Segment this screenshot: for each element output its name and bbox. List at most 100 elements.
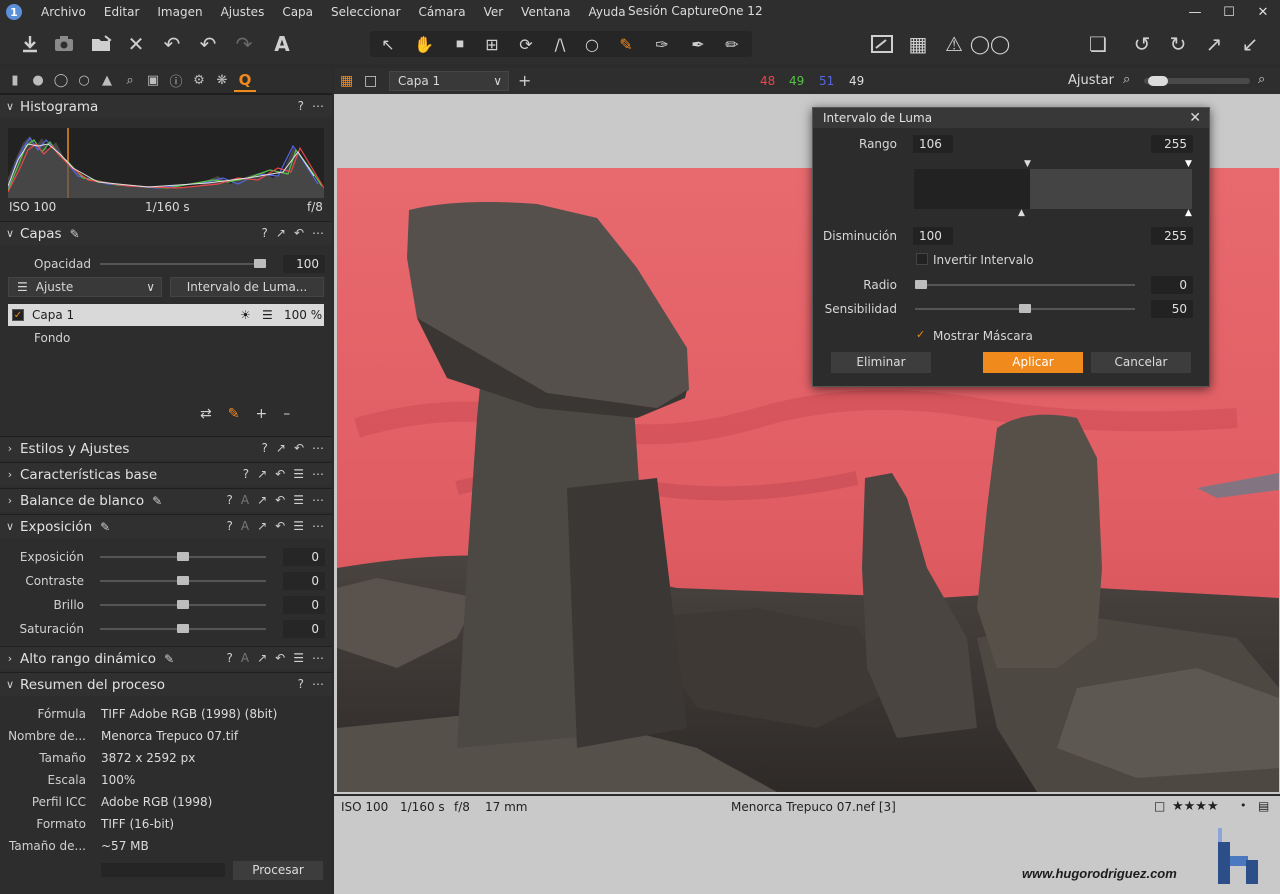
maximize-icon[interactable]: ☐: [1212, 0, 1246, 24]
falloff-high-input[interactable]: 255: [1151, 227, 1193, 245]
info-tab-icon[interactable]: ⓘ: [165, 70, 187, 92]
luma-range-button[interactable]: Intervalo de Luma...: [170, 277, 324, 297]
zoom-slider-handle[interactable]: [1148, 76, 1169, 86]
color-picker-icon[interactable]: ✑: [646, 32, 678, 56]
exposure-header[interactable]: ∨ Exposición ✎ ? A ↗ ↶ ☰ ⋯: [0, 514, 332, 538]
capture-tab-icon[interactable]: ●: [27, 70, 49, 92]
redo-icon[interactable]: ↷: [230, 30, 258, 58]
list-icon[interactable]: ☰: [293, 519, 304, 533]
process-button[interactable]: Procesar: [233, 861, 323, 880]
color-tag-icon[interactable]: □: [1154, 799, 1165, 813]
show-mask-checkbox[interactable]: ✓: [916, 329, 928, 341]
more-icon[interactable]: ⋯: [312, 651, 324, 665]
falloff-high-handle-icon[interactable]: ▲: [1185, 208, 1192, 218]
help-icon[interactable]: ?: [227, 493, 233, 507]
annotation-pen-icon[interactable]: ✏: [716, 32, 748, 56]
menu-camara[interactable]: Cámara: [410, 5, 475, 19]
help-icon[interactable]: ?: [262, 226, 268, 240]
radius-input[interactable]: 0: [1151, 276, 1193, 294]
range-low-handle-icon[interactable]: ▼: [1024, 159, 1031, 169]
crop-icon[interactable]: ⊞: [476, 32, 508, 56]
help-icon[interactable]: ?: [227, 519, 233, 533]
rotate-right-icon[interactable]: ↻: [1164, 30, 1192, 58]
falloff-low-handle-icon[interactable]: ▲: [1018, 208, 1025, 218]
output-tab-icon[interactable]: ⚙: [188, 70, 210, 92]
new-variant-icon[interactable]: ❏: [1084, 30, 1112, 58]
range-low-input[interactable]: 106: [913, 135, 953, 153]
saturation-slider-handle[interactable]: [177, 624, 189, 633]
layer-checkbox[interactable]: ✓: [12, 309, 24, 321]
falloff-low-input[interactable]: 100: [913, 227, 953, 245]
menu-archivo[interactable]: Archivo: [32, 5, 95, 19]
auto-icon[interactable]: A: [241, 493, 249, 507]
cancel-button[interactable]: Cancelar: [1091, 352, 1191, 373]
delete-icon[interactable]: ✕: [122, 30, 150, 58]
more-icon[interactable]: ⋯: [312, 99, 324, 113]
copy-apply-icon[interactable]: ↗: [276, 226, 286, 240]
rotate-icon[interactable]: ⟳: [510, 32, 542, 56]
lens-tab-icon[interactable]: ◯: [50, 70, 72, 92]
list-icon[interactable]: ☰: [293, 467, 304, 481]
brush-mask-icon[interactable]: ✎: [610, 32, 642, 56]
luma-dialog-titlebar[interactable]: Intervalo de Luma ✕: [813, 108, 1209, 128]
menu-imagen[interactable]: Imagen: [148, 5, 211, 19]
brightness-slider-handle[interactable]: [177, 600, 189, 609]
star-rating[interactable]: ★★★★: [1172, 799, 1219, 814]
list-icon[interactable]: ☰: [293, 493, 304, 507]
exposure-warning-icon[interactable]: ⚠: [940, 30, 968, 58]
copy-apply-icon[interactable]: ↗: [257, 651, 267, 665]
menu-capa[interactable]: Capa: [273, 5, 322, 19]
spot-removal-icon[interactable]: ○: [576, 32, 608, 56]
lens-correction-icon[interactable]: /\: [544, 32, 576, 56]
more-icon[interactable]: ⋯: [312, 441, 324, 455]
add-layer-icon[interactable]: +: [255, 406, 267, 422]
more-icon[interactable]: ⋯: [312, 677, 324, 691]
layers-header[interactable]: ∨ Capas ✎ ? ↗ ↶ ⋯: [0, 221, 332, 245]
delete-button[interactable]: Eliminar: [831, 352, 931, 373]
more-icon[interactable]: ⋯: [312, 493, 324, 507]
reset-adjustments-icon[interactable]: ↶: [158, 30, 186, 58]
auto-icon[interactable]: A: [241, 651, 249, 665]
exposure-slider-handle[interactable]: [177, 552, 189, 561]
details-tab-icon[interactable]: ⌕: [119, 70, 141, 92]
invert-checkbox[interactable]: [916, 253, 928, 265]
menu-icon[interactable]: ▤: [1258, 799, 1269, 813]
opacity-value[interactable]: 100: [283, 255, 325, 273]
rating-dot-icon[interactable]: •: [1240, 799, 1247, 812]
histogram-header[interactable]: ∨ Histograma ? ⋯: [0, 94, 332, 118]
wb-picker-icon[interactable]: ✒: [682, 32, 714, 56]
exposure-tab-icon[interactable]: ▲: [96, 70, 118, 92]
reset-icon[interactable]: ↶: [275, 493, 285, 507]
zoom-in-icon[interactable]: ⌕: [1258, 72, 1265, 87]
opacity-slider[interactable]: [100, 263, 266, 265]
layer-row[interactable]: ✓ Capa 1 ☀ ☰ 100 %: [8, 304, 324, 326]
brush-icon[interactable]: ✎: [70, 227, 80, 241]
copy-apply-icon[interactable]: ↗: [276, 441, 286, 455]
undo-icon[interactable]: ↶: [194, 30, 222, 58]
menu-ayuda[interactable]: Ayuda: [579, 5, 634, 19]
luma-range-graph[interactable]: ▼ ▼ ▲ ▲: [914, 159, 1192, 218]
opacity-slider-handle[interactable]: [254, 259, 266, 268]
reset-icon[interactable]: ↶: [275, 519, 285, 533]
sensitivity-slider-handle[interactable]: [1019, 304, 1031, 313]
sensitivity-input[interactable]: 50: [1151, 300, 1193, 318]
radius-slider[interactable]: [915, 284, 1135, 286]
layer-swap-icon[interactable]: ⇄: [200, 406, 212, 422]
layer-row-background[interactable]: Fondo: [34, 331, 70, 345]
reset-icon[interactable]: ↶: [294, 441, 304, 455]
range-high-input[interactable]: 255: [1151, 135, 1193, 153]
radius-slider-handle[interactable]: [915, 280, 927, 289]
menu-ajustes[interactable]: Ajustes: [212, 5, 274, 19]
copy-apply-icon[interactable]: ↗: [257, 493, 267, 507]
reset-icon[interactable]: ↶: [294, 226, 304, 240]
white-balance-header[interactable]: › Balance de blanco ✎ ? A ↗ ↶ ☰ ⋯: [0, 488, 332, 512]
remove-layer-icon[interactable]: –: [283, 406, 290, 422]
help-icon[interactable]: ?: [262, 441, 268, 455]
help-icon[interactable]: ?: [227, 651, 233, 665]
minimize-icon[interactable]: —: [1178, 0, 1212, 24]
library-tab-icon[interactable]: ▮: [4, 70, 26, 92]
layer-select[interactable]: Capa 1 ∨: [389, 71, 509, 91]
copy-apply-icon[interactable]: ↗: [257, 467, 267, 481]
list-icon[interactable]: ☰: [293, 651, 304, 665]
close-window-icon[interactable]: ✕: [1246, 0, 1280, 24]
